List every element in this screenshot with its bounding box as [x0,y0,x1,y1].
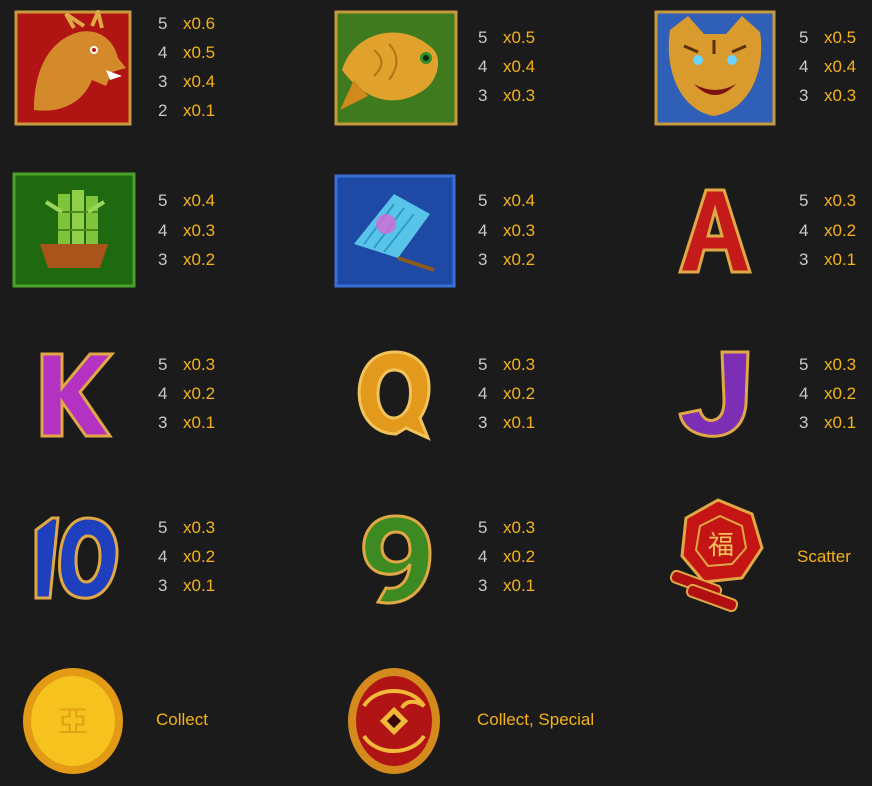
pay-count: 5 [478,191,488,210]
collect-label: Collect [156,710,208,729]
pay-multiplier: x0.3 [824,191,857,210]
pay-multiplier: x0.5 [183,43,216,62]
pay-multiplier: x0.2 [503,250,536,269]
fan-icon [334,174,456,288]
pay-multiplier: x0.2 [503,547,536,566]
pay-multiplier: x0.3 [824,355,857,374]
pay-multiplier: x0.3 [503,221,536,240]
pay-multiplier: x0.4 [824,57,857,76]
pay-multiplier: x0.2 [824,384,857,403]
pay-count: 4 [799,221,809,240]
pay-count: 5 [478,28,488,47]
pay-multiplier: x0.3 [503,86,536,105]
pay-count: 3 [799,250,809,269]
pay-count: 5 [158,355,168,374]
pay-multiplier: x0.3 [503,518,536,537]
pay-multiplier: x0.4 [503,191,536,210]
pay-count: 4 [158,384,168,403]
pay-multiplier: x0.5 [824,28,857,47]
fu-glyph: 福 [708,531,734,561]
pay-multiplier: x0.4 [503,57,536,76]
dragon-icon [14,10,132,126]
pay-count: 5 [799,355,809,374]
pay-count: 5 [158,191,168,210]
pay-count: 3 [478,86,488,105]
pay-count: 3 [799,413,809,432]
pay-count: 5 [478,518,488,537]
pay-multiplier: x0.2 [503,384,536,403]
scatter-label: Scatter [797,547,851,566]
pay-multiplier: x0.3 [183,355,216,374]
pay-multiplier: x0.4 [183,191,216,210]
pay-multiplier: x0.1 [183,576,216,595]
koi-fish-icon [334,10,458,126]
pay-count: 5 [158,518,168,537]
pay-multiplier: x0.1 [824,413,857,432]
pay-multiplier: x0.2 [824,221,857,240]
bamboo-icon [12,172,136,288]
letter-q-icon [350,344,440,444]
number-10-icon [28,508,124,608]
pay-count: 3 [799,86,809,105]
firecracker-scatter-icon: 福 [664,496,770,618]
pay-count: 4 [799,57,809,76]
pay-multiplier: x0.1 [183,413,216,432]
pay-count: 3 [158,72,168,91]
pay-count: 4 [478,57,488,76]
collect-special-label: Collect, Special [477,710,595,729]
pay-multiplier: x0.3 [183,518,216,537]
pay-multiplier: x0.1 [183,101,216,120]
pay-count: 4 [478,221,488,240]
pay-count: 3 [158,413,168,432]
letter-j-icon [672,344,762,444]
red-dragon-coin-icon [346,666,442,776]
gold-coin-icon: 亞 [20,666,126,776]
pay-multiplier: x0.2 [183,250,216,269]
pay-multiplier: x0.3 [503,355,536,374]
pay-multiplier: x0.1 [503,413,536,432]
pay-multiplier: x0.5 [503,28,536,47]
pay-count: 4 [799,384,809,403]
pay-count: 3 [478,250,488,269]
pay-count: 3 [478,413,488,432]
pay-multiplier: x0.1 [824,250,857,269]
pay-multiplier: x0.1 [503,576,536,595]
pay-count: 5 [799,28,809,47]
pay-count: 2 [158,101,168,120]
pay-multiplier: x0.3 [183,221,216,240]
pay-count: 4 [158,547,168,566]
pay-count: 4 [478,547,488,566]
pay-count: 4 [478,384,488,403]
letter-k-icon [28,344,118,444]
pay-multiplier: x0.3 [824,86,857,105]
pay-count: 5 [158,14,168,33]
pay-count: 5 [799,191,809,210]
pay-multiplier: x0.6 [183,14,216,33]
tiger-icon [654,10,776,126]
pay-multiplier: x0.4 [183,72,216,91]
coin-glyph: 亞 [58,705,88,740]
letter-a-icon [670,180,760,280]
pay-multiplier: x0.2 [183,384,216,403]
pay-count: 5 [478,355,488,374]
pay-count: 4 [158,221,168,240]
number-9-icon [354,508,438,608]
pay-multiplier: x0.2 [183,547,216,566]
pay-count: 3 [158,576,168,595]
pay-count: 3 [478,576,488,595]
pay-count: 4 [158,43,168,62]
pay-count: 3 [158,250,168,269]
